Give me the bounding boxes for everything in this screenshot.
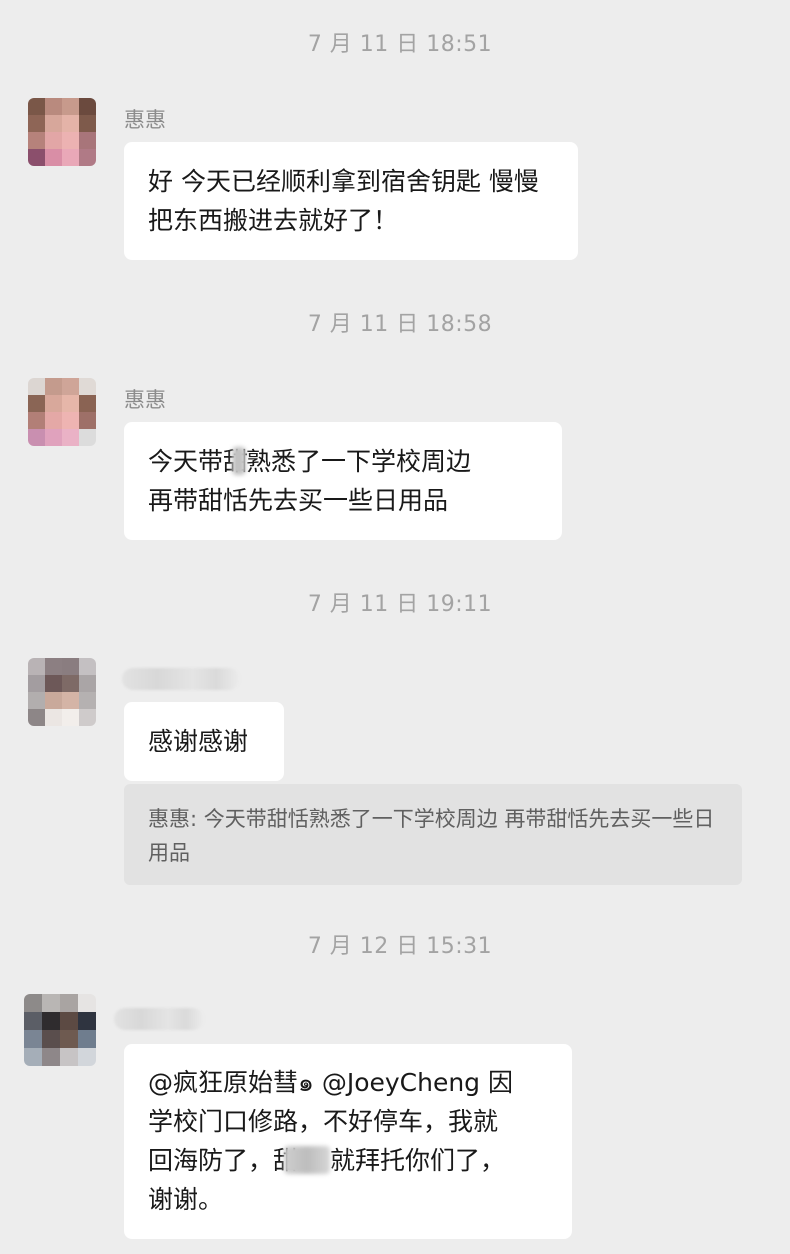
redacted-text — [232, 447, 247, 475]
message-text: 再带甜恬先去买一些日用品 — [148, 486, 449, 515]
avatar[interactable] — [28, 658, 96, 726]
message-text: 就拜托你们了， — [330, 1146, 506, 1175]
message-text: 谢谢。 — [148, 1185, 224, 1214]
quoted-message[interactable]: 惠惠: 今天带甜恬熟悉了一下学校周边 再带甜恬先去买一些日用品 — [124, 784, 742, 885]
message-bubble[interactable]: 好 今天已经顺利拿到宿舍钥匙 慢慢把东西搬进去就好了！ — [124, 142, 578, 260]
message-text: @疯狂原始彗๑ @JoeyCheng 因 — [148, 1068, 514, 1097]
message-text: 熟悉了一下学校周边 — [246, 447, 472, 476]
sender-name: 惠惠 — [124, 108, 166, 132]
sender-name-redacted — [122, 668, 240, 690]
message-bubble[interactable]: 感谢感谢 — [124, 702, 284, 781]
redacted-text — [284, 1146, 331, 1174]
message-text: 感谢感谢 — [148, 727, 249, 756]
timestamp: 7 月 12 日 15:31 — [307, 934, 493, 959]
avatar[interactable] — [28, 98, 96, 166]
message-text: 好 今天已经顺利拿到宿舍钥匙 慢慢把东西搬进去就好了！ — [148, 167, 539, 235]
avatar[interactable] — [28, 378, 96, 446]
sender-name-redacted — [114, 1008, 204, 1030]
timestamp: 7 月 11 日 18:51 — [307, 32, 493, 57]
message-text: 学校门口修路，不好停车，我就 — [148, 1107, 499, 1136]
timestamp: 7 月 11 日 19:11 — [307, 592, 493, 617]
message-bubble[interactable]: 今天带甜熟悉了一下学校周边 再带甜恬先去买一些日用品 — [124, 422, 562, 540]
sender-name: 惠惠 — [124, 388, 166, 412]
avatar[interactable] — [24, 994, 96, 1066]
quoted-text: 惠惠: 今天带甜恬熟悉了一下学校周边 再带甜恬先去买一些日用品 — [148, 807, 715, 865]
message-bubble[interactable]: @疯狂原始彗๑ @JoeyCheng 因 学校门口修路，不好停车，我就 回海防了… — [124, 1044, 572, 1239]
timestamp: 7 月 11 日 18:58 — [307, 312, 493, 337]
message-text: 回海防了，甜 — [148, 1146, 299, 1175]
